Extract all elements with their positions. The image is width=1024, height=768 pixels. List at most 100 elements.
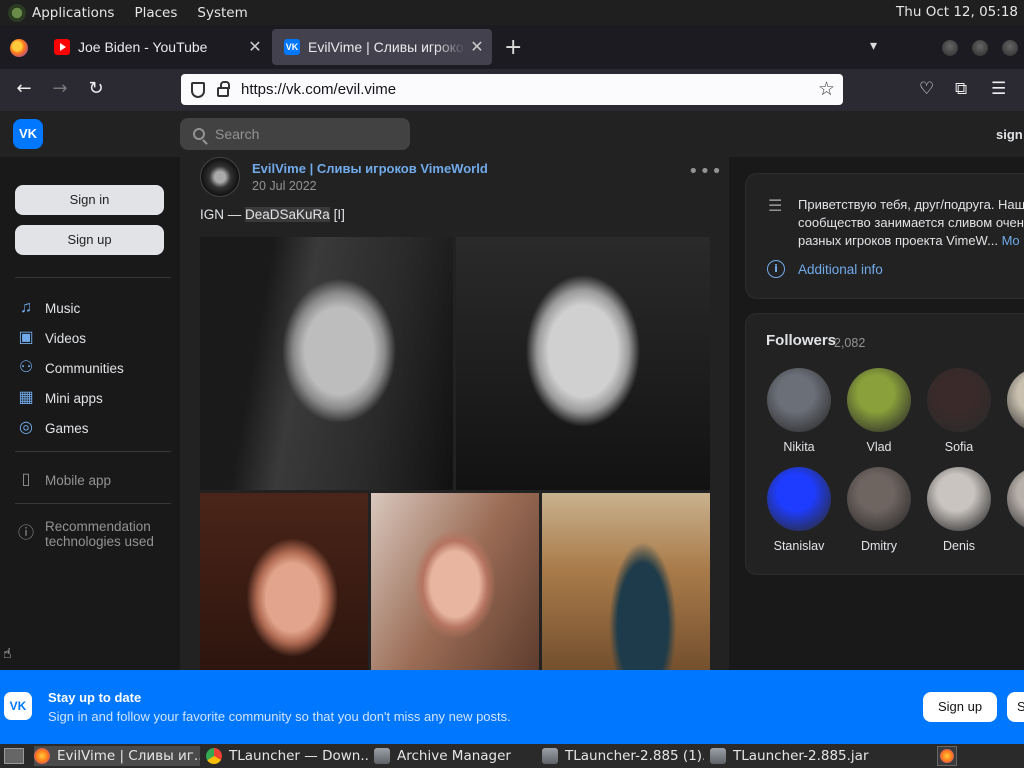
browser-tab-strip: Joe Biden - YouTube ✕ VK EvilVime | Слив… (0, 25, 1024, 69)
banner-sign-in-button[interactable]: S (1007, 692, 1024, 722)
follower-name[interactable]: Dmitry (839, 539, 919, 553)
follower-avatar[interactable] (767, 368, 831, 432)
post-author-link[interactable]: EvilVime | Сливы игроков VimeWorld (252, 161, 488, 176)
tab-youtube[interactable]: Joe Biden - YouTube ✕ (42, 29, 270, 65)
sidebar-item-communities[interactable]: ⚇ Communities (17, 359, 124, 377)
sidebar-item-label: Games (45, 420, 89, 436)
follower-item[interactable]: Stanislav (759, 467, 839, 553)
show-more-link[interactable]: Mo (1002, 233, 1020, 248)
vk-logo-icon[interactable]: VK (13, 119, 43, 149)
more-options-icon[interactable]: ••• (688, 161, 723, 182)
followers-title[interactable]: Followers (766, 332, 836, 349)
task-label: TLauncher-2.885 (1).... (565, 748, 704, 764)
lock-icon[interactable] (217, 80, 230, 97)
new-tab-button[interactable]: + (504, 35, 522, 60)
reload-icon[interactable]: ↻ (84, 78, 108, 99)
address-bar[interactable]: https://vk.com/evil.vime ☆ (181, 74, 843, 105)
menu-hamburger-icon[interactable]: ☰ (991, 79, 1006, 99)
pocket-icon[interactable]: ♡ (919, 79, 934, 99)
taskbar: EvilVime | Сливы иг... TLauncher — Down.… (0, 744, 1024, 768)
follower-avatar[interactable] (767, 467, 831, 531)
url-text[interactable]: https://vk.com/evil.vime (241, 81, 396, 98)
follower-item[interactable]: C (999, 467, 1024, 553)
system-menu[interactable]: System (197, 5, 247, 21)
sidebar-item-mobile-app[interactable]: ▯ Mobile app (17, 471, 111, 489)
sidebar-item-videos[interactable]: ▣ Videos (17, 329, 86, 347)
community-avatar[interactable] (200, 157, 240, 197)
post-photo[interactable] (456, 237, 710, 490)
taskbar-task-firefox[interactable]: EvilVime | Сливы иг... (34, 746, 200, 766)
close-window-button[interactable] (1002, 40, 1018, 56)
sidebar-item-games[interactable]: ◎ Games (17, 419, 89, 437)
follower-name[interactable]: Vlad (839, 440, 919, 454)
sidebar-item-recommendation[interactable]: ⓘ Recommendation technologies used (17, 519, 163, 549)
post-date[interactable]: 20 Jul 2022 (252, 179, 317, 193)
minimize-window-button[interactable] (942, 40, 958, 56)
info-icon: ⓘ (17, 525, 34, 542)
taskbar-task-chrome[interactable]: TLauncher — Down... (206, 746, 368, 766)
sign-in-button[interactable]: Sign in (15, 185, 164, 215)
applications-menu[interactable]: Applications (32, 5, 114, 21)
applications-menu-icon[interactable] (8, 3, 26, 22)
show-desktop-icon[interactable] (4, 748, 24, 764)
extensions-icon[interactable]: ⧉ (955, 79, 967, 99)
info-icon: i (767, 260, 785, 278)
post-photo[interactable] (200, 237, 453, 490)
post-photo[interactable] (542, 493, 710, 670)
follower-item[interactable]: Vlad (839, 368, 919, 454)
firefox-view-icon[interactable] (10, 39, 28, 57)
tracking-protection-icon[interactable] (191, 81, 205, 98)
users-icon: ⚇ (18, 359, 34, 376)
search-input[interactable]: Search (180, 118, 410, 150)
post-photo[interactable] (200, 493, 368, 670)
taskbar-task-tlauncher-jar[interactable]: TLauncher-2.885.jar (710, 746, 872, 766)
follower-name[interactable]: Sofia (919, 440, 999, 454)
header-sign-in-link[interactable]: sign in (996, 127, 1024, 142)
gamepad-icon: ◎ (19, 419, 33, 436)
sidebar-item-label: Communities (45, 360, 124, 376)
follower-name[interactable]: Nikita (759, 440, 839, 454)
follower-item[interactable]: Sofia (919, 368, 999, 454)
follower-avatar[interactable] (1007, 467, 1024, 531)
maximize-window-button[interactable] (972, 40, 988, 56)
follower-avatar[interactable] (847, 467, 911, 531)
forward-arrow-icon[interactable]: → (48, 78, 72, 99)
list-all-tabs-icon[interactable]: ▾ (870, 38, 877, 54)
follower-avatar[interactable] (927, 467, 991, 531)
follower-name[interactable]: E (999, 440, 1024, 454)
follower-name[interactable]: Denis (919, 539, 999, 553)
description-line: Приветствую тебя, друг/подруга. Наш (798, 197, 1024, 212)
back-arrow-icon[interactable]: ← (12, 78, 36, 99)
taskbar-task-archive-manager[interactable]: Archive Manager (374, 746, 536, 766)
tab-vk[interactable]: VK EvilVime | Сливы игроков VimeWorld ✕ (272, 29, 492, 65)
close-tab-icon[interactable]: ✕ (244, 37, 266, 57)
close-tab-icon[interactable]: ✕ (466, 37, 488, 57)
sidebar-divider (15, 503, 171, 504)
follower-avatar[interactable] (847, 368, 911, 432)
sidebar-item-label: Videos (45, 330, 87, 346)
post-photo[interactable] (371, 493, 539, 670)
bookmark-star-icon[interactable]: ☆ (818, 78, 835, 101)
sidebar-item-music[interactable]: ♫ Music (17, 299, 80, 317)
sidebar-item-mini-apps[interactable]: ▦ Mini apps (17, 389, 102, 407)
banner-sign-up-button[interactable]: Sign up (923, 692, 997, 722)
follower-item[interactable]: Denis (919, 467, 999, 553)
clock[interactable]: Thu Oct 12, 05:18 (896, 4, 1018, 20)
vk-icon: VK (284, 39, 300, 55)
follower-item[interactable]: E (999, 368, 1024, 454)
tray-firefox-icon[interactable] (937, 746, 957, 766)
additional-info-link[interactable]: Additional info (798, 262, 883, 277)
sign-up-button[interactable]: Sign up (15, 225, 164, 255)
search-placeholder: Search (215, 126, 260, 142)
community-description: Приветствую тебя, друг/подруга. Наш сооб… (798, 196, 1024, 250)
taskbar-task-tlauncher-1[interactable]: TLauncher-2.885 (1).... (542, 746, 704, 766)
follower-avatar[interactable] (1007, 368, 1024, 432)
follower-item[interactable]: Nikita (759, 368, 839, 454)
sidebar-item-label: Recommendation technologies used (45, 519, 154, 549)
follower-item[interactable]: Dmitry (839, 467, 919, 553)
places-menu[interactable]: Places (134, 5, 177, 21)
follower-name[interactable]: Stanislav (759, 539, 839, 553)
top-panel: Applications Places System Thu Oct 12, 0… (0, 0, 1024, 25)
follower-name[interactable]: C (999, 539, 1024, 553)
follower-avatar[interactable] (927, 368, 991, 432)
